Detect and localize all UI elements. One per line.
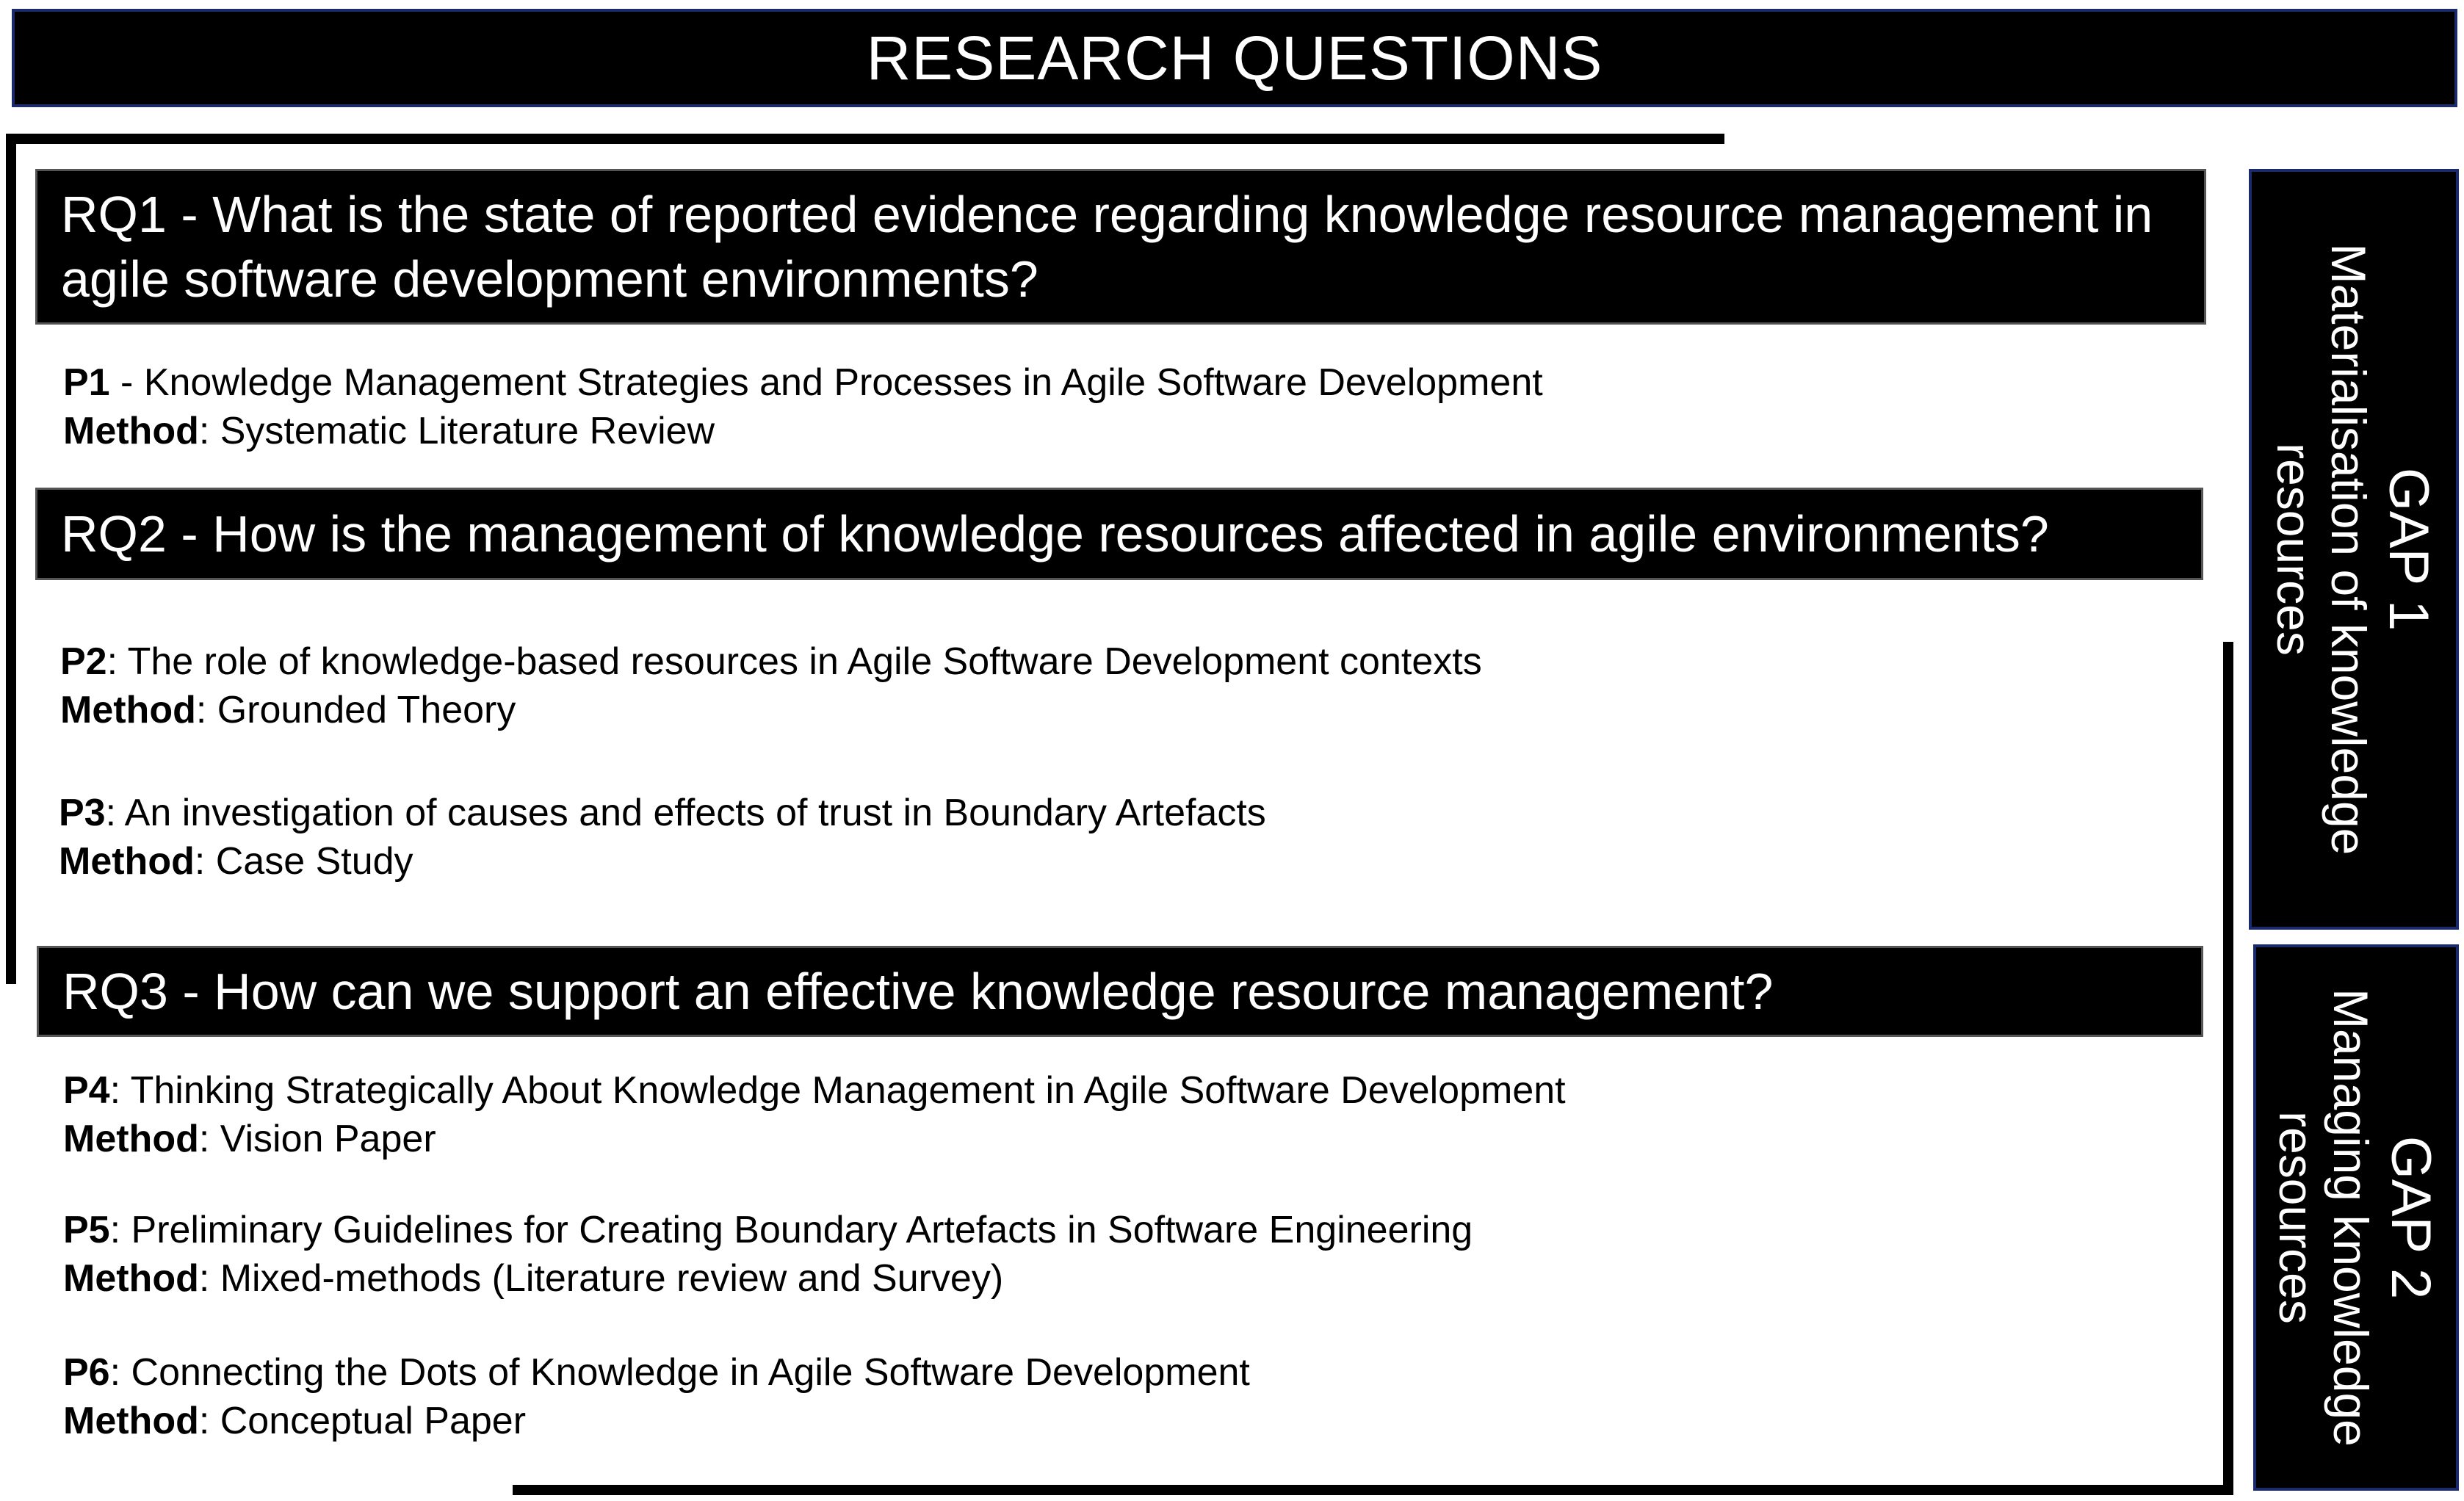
- paper-p6-method-line: Method: Conceptual Paper: [63, 1397, 1250, 1445]
- gap2-bracket-bottom-line: [513, 1485, 2233, 1495]
- paper-p3-method-line: Method: Case Study: [59, 837, 1266, 886]
- method-value: : Case Study: [194, 840, 413, 883]
- paper-sep: :: [109, 1069, 131, 1112]
- method-label: Method: [63, 410, 199, 452]
- title-bar: RESEARCH QUESTIONS: [12, 9, 2457, 107]
- paper-title: An investigation of causes and effects o…: [124, 792, 1266, 834]
- method-value: : Vision Paper: [198, 1118, 436, 1160]
- paper-sep: :: [109, 1351, 131, 1394]
- rq1-header: RQ1 - What is the state of reported evid…: [35, 169, 2206, 325]
- paper-p2-method-line: Method: Grounded Theory: [60, 686, 1482, 734]
- gap1-bracket-top-line: [6, 134, 1724, 144]
- paper-code: P1: [63, 361, 110, 404]
- paper-code: P5: [63, 1209, 110, 1251]
- rq3-header: RQ3 - How can we support an effective kn…: [37, 946, 2203, 1037]
- method-label: Method: [63, 1118, 199, 1160]
- method-value: : Mixed-methods (Literature review and S…: [198, 1257, 1004, 1300]
- paper-sep: -: [109, 361, 144, 404]
- paper-title: Thinking Strategically About Knowledge M…: [130, 1069, 1566, 1112]
- gap2-box: GAP 2 Managing knowledge resources: [2253, 944, 2459, 1491]
- method-label: Method: [63, 1400, 199, 1442]
- paper-p4-method-line: Method: Vision Paper: [63, 1115, 1566, 1163]
- gap1-line1: Materialisation of knowledge: [2322, 243, 2376, 856]
- paper-p1: P1 - Knowledge Management Strategies and…: [63, 358, 1543, 455]
- gap1-box: GAP 1 Materialisation of knowledge resou…: [2249, 169, 2459, 930]
- paper-title: Knowledge Management Strategies and Proc…: [143, 361, 1543, 404]
- method-value: : Conceptual Paper: [198, 1400, 527, 1442]
- paper-p4-title-line: P4: Thinking Strategically About Knowled…: [63, 1066, 1566, 1115]
- paper-title: The role of knowledge-based resources in…: [127, 640, 1482, 683]
- gap2-title: GAP 2: [2380, 1135, 2442, 1300]
- gap2-line2: resources: [2269, 1111, 2324, 1324]
- paper-p1-title-line: P1 - Knowledge Management Strategies and…: [63, 358, 1543, 407]
- paper-code: P2: [60, 640, 107, 683]
- gap2-text: GAP 2 Managing knowledge resources: [2269, 988, 2443, 1447]
- paper-code: P4: [63, 1069, 110, 1112]
- gap1-title: GAP 1: [2377, 467, 2440, 632]
- method-value: : Grounded Theory: [195, 689, 516, 731]
- paper-p2: P2: The role of knowledge-based resource…: [60, 637, 1482, 734]
- paper-p3-title-line: P3: An investigation of causes and effec…: [59, 789, 1266, 837]
- paper-sep: :: [109, 1209, 131, 1251]
- paper-sep: :: [105, 792, 125, 834]
- gap2-bracket-right-line: [2223, 642, 2233, 1495]
- paper-p6: P6: Connecting the Dots of Knowledge in …: [63, 1348, 1250, 1445]
- paper-p2-title-line: P2: The role of knowledge-based resource…: [60, 637, 1482, 686]
- rq2-header: RQ2 - How is the management of knowledge…: [35, 488, 2203, 580]
- rq3-label: RQ3 - How can we support an effective kn…: [62, 963, 1774, 1020]
- paper-p6-title-line: P6: Connecting the Dots of Knowledge in …: [63, 1348, 1250, 1397]
- paper-p5: P5: Preliminary Guidelines for Creating …: [63, 1206, 1473, 1303]
- gap1-line2: resources: [2267, 443, 2322, 656]
- rq2-label: RQ2 - How is the management of knowledge…: [61, 505, 2049, 563]
- paper-p5-title-line: P5: Preliminary Guidelines for Creating …: [63, 1206, 1473, 1254]
- paper-p1-method-line: Method: Systematic Literature Review: [63, 407, 1543, 455]
- method-label: Method: [63, 1257, 199, 1300]
- paper-code: P3: [59, 792, 106, 834]
- paper-p3: P3: An investigation of causes and effec…: [59, 789, 1266, 886]
- gap1-bracket-left-line: [6, 134, 16, 984]
- paper-p5-method-line: Method: Mixed-methods (Literature review…: [63, 1254, 1473, 1303]
- paper-code: P6: [63, 1351, 110, 1394]
- method-label: Method: [59, 840, 195, 883]
- method-label: Method: [60, 689, 196, 731]
- paper-title: Preliminary Guidelines for Creating Boun…: [131, 1209, 1473, 1251]
- paper-p4: P4: Thinking Strategically About Knowled…: [63, 1066, 1566, 1163]
- gap2-line1: Managing knowledge: [2324, 988, 2378, 1447]
- rq1-label: RQ1 - What is the state of reported evid…: [61, 186, 2153, 308]
- page-title: RESEARCH QUESTIONS: [866, 23, 1603, 93]
- gap1-text: GAP 1 Materialisation of knowledge resou…: [2267, 244, 2440, 856]
- paper-title: Connecting the Dots of Knowledge in Agil…: [131, 1351, 1250, 1394]
- paper-sep: :: [106, 640, 128, 683]
- method-value: : Systematic Literature Review: [198, 410, 715, 452]
